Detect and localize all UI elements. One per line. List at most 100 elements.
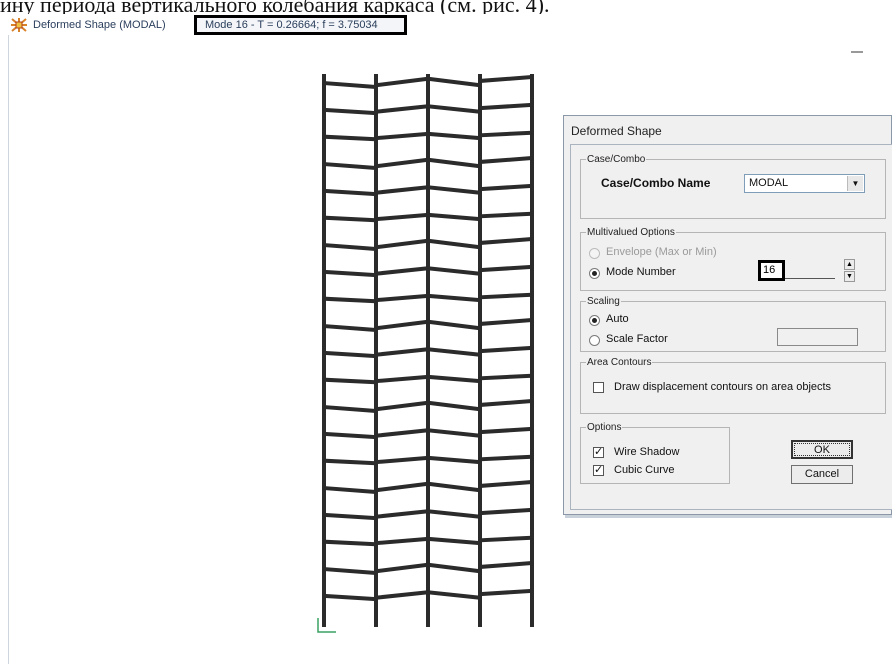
frame-beam [479,454,533,462]
frame-beam [375,238,429,250]
scale-factor-label: Scale Factor [606,333,668,345]
frame-beam [375,455,429,465]
frame-beam [375,400,429,412]
axis-origin-icon [317,618,336,633]
envelope-label: Envelope (Max or Min) [606,246,717,258]
frame-beam [427,157,481,169]
frame-beam [323,162,377,170]
frame-beam [479,399,533,407]
wire-shadow-checkbox[interactable]: ✓ [593,447,604,458]
multivalued-options-legend: Multivalued Options [587,227,675,238]
frame-beam [375,374,429,384]
cubic-curve-label: Cubic Curve [614,464,675,476]
mode-info-label: Mode 16 - T = 0.26664; f = 3.75034 [194,15,407,35]
frame-beam [427,293,481,303]
document-text-line: ину периода вертикального колебания карк… [0,0,550,14]
deformed-frame-drawing [317,74,534,633]
frame-beam [323,593,377,602]
scale-factor-radio[interactable] [589,335,600,346]
frame-beam [323,81,377,89]
area-contours-legend: Area Contours [587,357,652,368]
scaling-auto-radio[interactable] [589,315,600,326]
frame-beam [479,102,533,111]
options-legend: Options [587,422,622,433]
frame-beam [323,350,377,359]
multivalued-options-group: Multivalued Options [580,227,886,291]
frame-beam [479,237,533,245]
frame-beam [479,75,533,83]
frame-beam [323,377,377,385]
frame-beam [323,324,377,332]
frame-beam [323,243,377,251]
ok-button[interactable]: OK [791,440,853,459]
draw-contours-label: Draw displacement contours on area objec… [614,381,832,393]
mode-number-input[interactable]: 16 [758,260,785,281]
frame-beam [479,561,533,569]
frame-beam [323,215,377,223]
frame-beam [479,292,533,300]
frame-beam [375,212,429,222]
spin-up-icon[interactable]: ▲ [844,259,855,270]
frame-beam [479,211,533,219]
frame-beam [479,507,533,516]
viewport-corner-mark [851,51,863,53]
frame-beam [479,535,533,543]
frame-beam [427,536,481,546]
frame-beam [479,264,533,273]
frame-beam [427,76,481,88]
draw-contours-checkbox[interactable] [593,382,604,393]
frame-beam [479,480,533,488]
frame-beam [427,590,481,600]
frame-beam [375,104,429,114]
frame-beam [323,188,377,197]
frame-beam [427,212,481,222]
frame-beam [323,539,377,547]
envelope-radio[interactable] [589,248,600,259]
frame-beam [375,562,429,574]
frame-beam [323,567,377,575]
mode-number-field-underline [785,278,835,279]
case-combo-legend: Case/Combo [587,154,646,165]
frame-beam [375,590,429,600]
case-combo-value: MODAL [749,177,789,189]
frame-beam [427,428,481,438]
frame-beam [375,76,429,88]
cubic-curve-checkbox[interactable]: ✓ [593,465,604,476]
chevron-down-icon[interactable]: ▼ [847,176,863,191]
mode-number-radio[interactable] [589,268,600,279]
frame-beam [479,183,533,192]
wire-shadow-label: Wire Shadow [614,446,680,458]
frame-beam [375,536,429,546]
scale-factor-input[interactable] [777,328,858,346]
case-combo-select[interactable]: MODAL ▼ [744,174,865,193]
frame-beam [427,347,481,357]
frame-beam [479,345,533,354]
frame-beam [427,131,481,141]
frame-beam [427,509,481,519]
frame-beam [427,104,481,114]
frame-beam [375,293,429,303]
frame-beam [427,266,481,276]
frame-beam [375,481,429,493]
frame-beam [323,107,377,116]
frame-beam [323,512,377,521]
frame-beam [375,319,429,331]
frame-beam [375,428,429,438]
window-title: Deformed Shape (MODAL) [33,19,166,31]
frame-beam [323,405,377,413]
dialog-title: Deformed Shape [571,124,662,138]
frame-beam [375,509,429,519]
sap-app-icon [11,18,27,32]
frame-beam [479,373,533,381]
spin-down-icon[interactable]: ▼ [844,271,855,282]
frame-beam [479,588,533,597]
dialog-body: Case/Combo Case/Combo Name MODAL ▼ Multi… [570,144,892,510]
scaling-auto-label: Auto [606,313,629,325]
frame-beam [427,562,481,574]
mode-number-label: Mode Number [606,266,676,278]
frame-beam [323,431,377,440]
frame-beam [427,374,481,384]
frame-beam [375,157,429,169]
cancel-button[interactable]: Cancel [791,465,853,484]
frame-beam [479,426,533,435]
